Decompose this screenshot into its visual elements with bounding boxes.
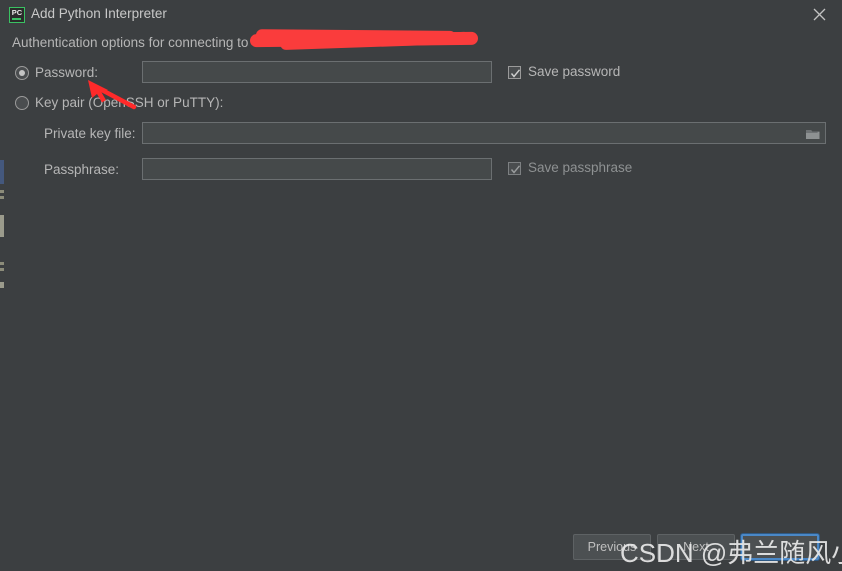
passphrase-input[interactable]: [142, 158, 492, 180]
password-input[interactable]: [142, 61, 492, 83]
save-passphrase-checkbox-box: [508, 162, 521, 175]
radio-password[interactable]: [15, 66, 29, 80]
folder-icon[interactable]: [805, 127, 821, 141]
close-button[interactable]: [797, 0, 842, 29]
background-window-sliver: [0, 215, 4, 237]
pycharm-icon-text: PC: [11, 8, 23, 17]
window-title: Add Python Interpreter: [31, 6, 167, 21]
save-passphrase-label: Save passphrase: [528, 160, 633, 175]
dialog-subtitle: Authentication options for connecting to: [12, 35, 249, 50]
label-password: Password:: [35, 65, 99, 80]
background-window-sliver: [0, 190, 4, 193]
add-python-interpreter-dialog: PC Add Python Interpreter Authentication…: [0, 0, 842, 571]
background-window-sliver: [0, 268, 4, 271]
label-passphrase: Passphrase:: [44, 162, 120, 177]
background-window-sliver: [0, 160, 4, 184]
close-icon: [813, 8, 826, 21]
redaction-mark: [249, 31, 479, 48]
checkmark-icon: [510, 69, 521, 78]
label-key-pair: Key pair (OpenSSH or PuTTY):: [35, 95, 224, 110]
pycharm-icon-bar: [12, 18, 21, 20]
finish-button[interactable]: [741, 534, 819, 560]
pycharm-icon: PC: [9, 7, 25, 23]
save-password-checkbox-box: [508, 66, 521, 79]
title-bar: PC Add Python Interpreter: [0, 0, 842, 29]
previous-button[interactable]: Previous: [573, 534, 651, 560]
private-key-file-input[interactable]: [142, 122, 826, 144]
label-private-key-file: Private key file:: [44, 126, 136, 141]
next-button[interactable]: Next: [657, 534, 735, 560]
checkmark-icon: [510, 165, 521, 174]
folder-icon-glyph: [806, 130, 820, 139]
radio-key-pair[interactable]: [15, 96, 29, 110]
background-window-sliver: [0, 196, 4, 199]
save-password-label: Save password: [528, 64, 621, 79]
background-window-sliver: [0, 282, 4, 288]
background-window-sliver: [0, 262, 4, 265]
